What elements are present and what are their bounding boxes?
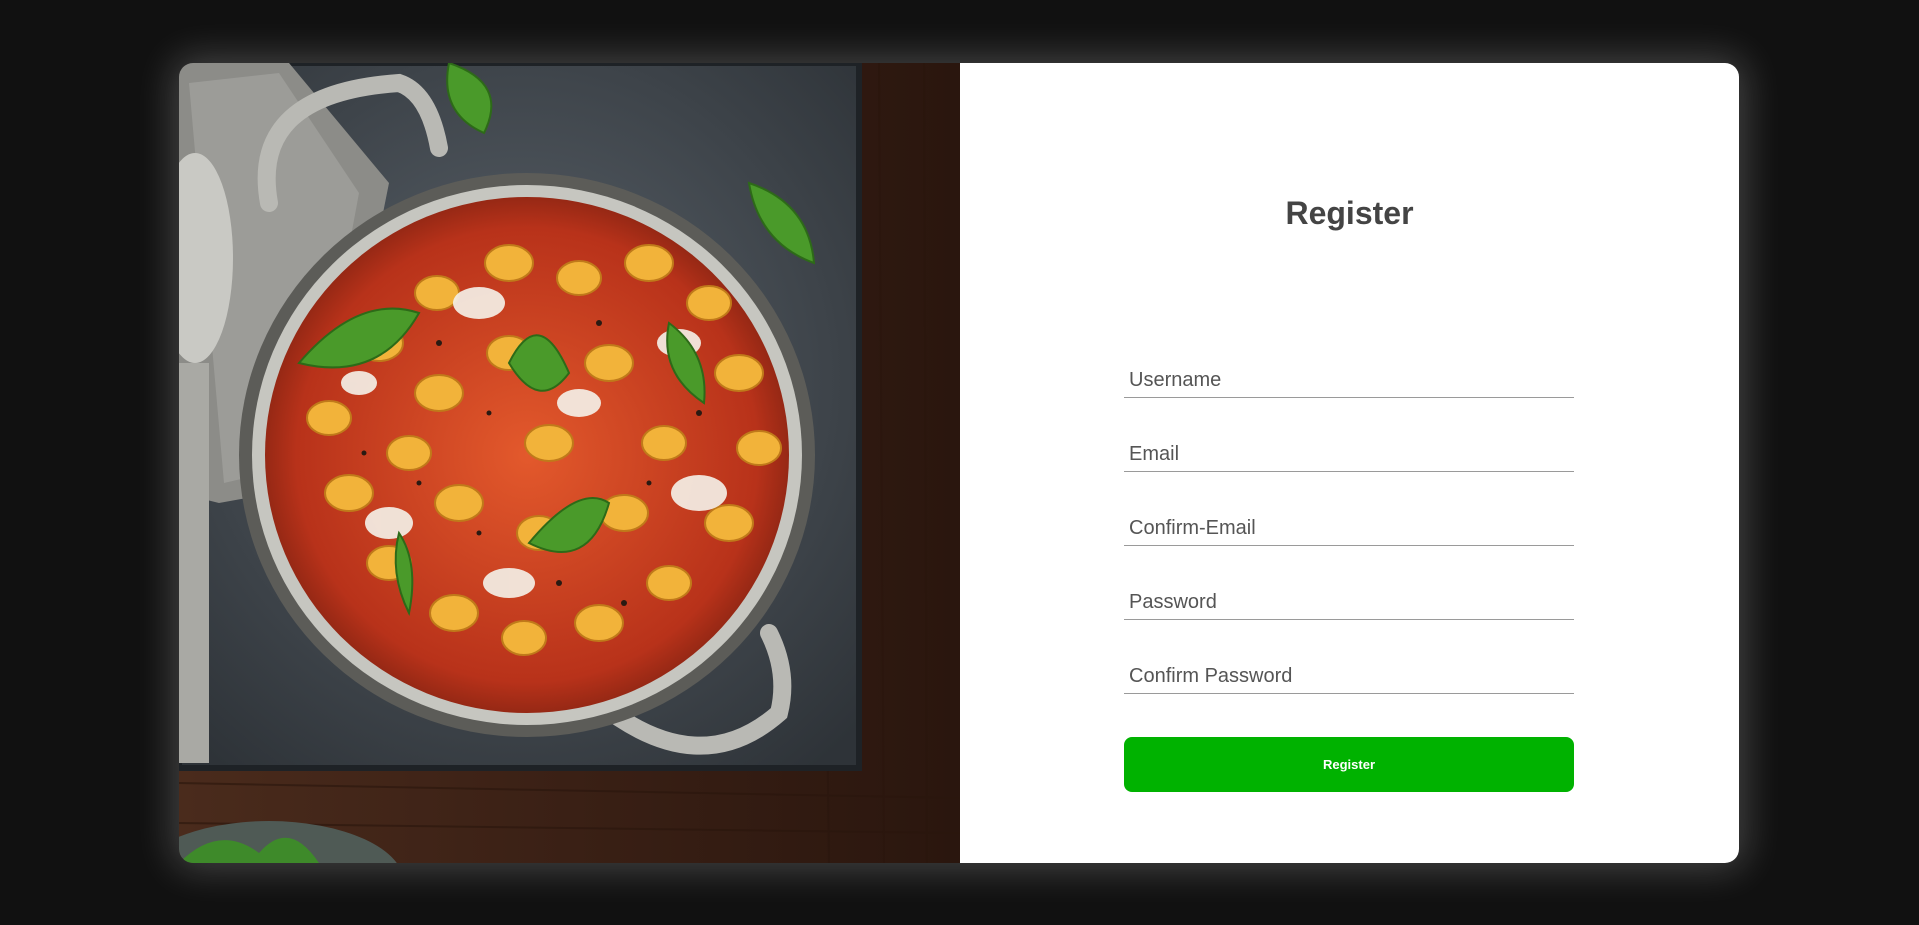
register-form-panel: Register Register bbox=[960, 63, 1739, 863]
username-field[interactable] bbox=[1124, 364, 1574, 398]
email-field[interactable] bbox=[1124, 438, 1574, 472]
register-button[interactable]: Register bbox=[1124, 737, 1574, 792]
food-photo bbox=[179, 63, 960, 863]
confirm-email-field[interactable] bbox=[1124, 512, 1574, 546]
register-card: Register Register bbox=[179, 63, 1739, 863]
form-title: Register bbox=[1285, 195, 1414, 231]
confirm-password-field[interactable] bbox=[1124, 660, 1574, 694]
password-field[interactable] bbox=[1124, 586, 1574, 620]
